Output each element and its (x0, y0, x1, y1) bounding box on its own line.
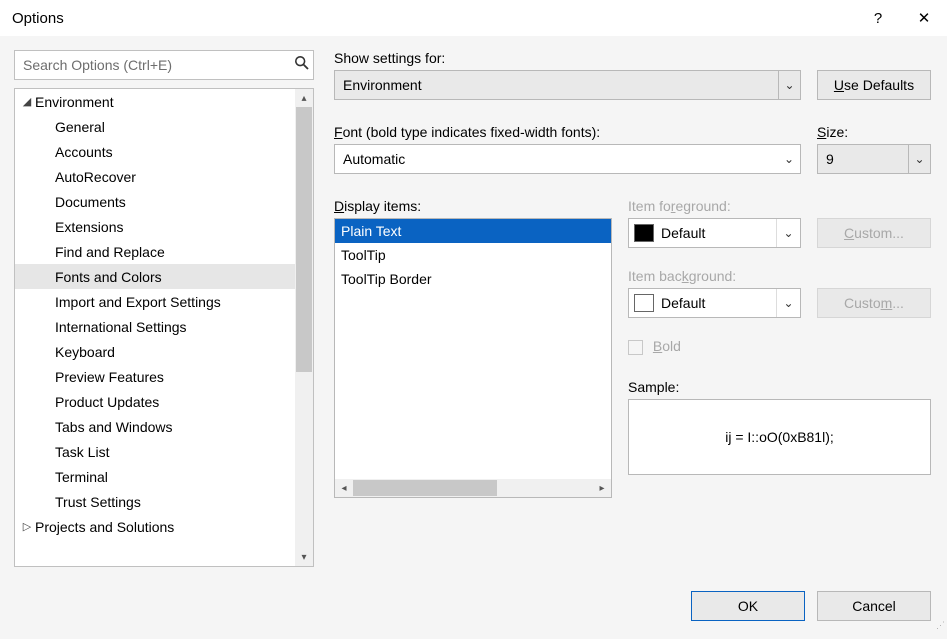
item-foreground-label: Item foreground: (628, 198, 931, 214)
font-label: Font (bold type indicates fixed-width fo… (334, 124, 801, 140)
window-title: Options (12, 10, 855, 27)
tree-item[interactable]: Task List (15, 439, 295, 464)
item-background-label: Item background: (628, 268, 931, 284)
ok-button[interactable]: OK (691, 591, 805, 621)
show-settings-label: Show settings for: (334, 50, 801, 66)
show-settings-combo[interactable]: Environment ⌄ (334, 70, 801, 100)
tree-item[interactable]: Tabs and Windows (15, 414, 295, 439)
bold-label: Bold (653, 338, 681, 354)
tree-item[interactable]: Documents (15, 189, 295, 214)
tree-item[interactable]: Terminal (15, 464, 295, 489)
tree-item-fonts-colors[interactable]: Fonts and Colors (15, 264, 295, 289)
sample-label: Sample: (628, 379, 931, 395)
fg-color-swatch (634, 224, 654, 242)
tree-label: Environment (35, 94, 114, 110)
checkbox-icon (628, 340, 643, 355)
tree-item[interactable]: International Settings (15, 314, 295, 339)
sample-preview: ij = I::oO(0xB81l); (628, 399, 931, 475)
size-combo[interactable]: 9 ⌄ (817, 144, 931, 174)
search-input[interactable] (15, 51, 291, 79)
cancel-button[interactable]: Cancel (817, 591, 931, 621)
bold-checkbox[interactable]: Bold (628, 338, 931, 355)
tree-item[interactable]: Find and Replace (15, 239, 295, 264)
vertical-scrollbar[interactable]: ▴ ▾ (295, 89, 313, 566)
chevron-down-icon: ⌄ (778, 71, 800, 99)
sample-text: ij = I::oO(0xB81l); (725, 429, 834, 445)
resize-grip-icon[interactable]: ⋰ (931, 623, 945, 637)
tree-item[interactable]: General (15, 114, 295, 139)
list-item[interactable]: ToolTip (335, 243, 611, 267)
titlebar: Options ? ✕ (0, 0, 947, 36)
display-items-listbox[interactable]: Plain Text ToolTip ToolTip Border ◂ ▸ (334, 218, 612, 498)
item-foreground-combo[interactable]: Default ⌄ (628, 218, 801, 248)
tree-item[interactable]: Product Updates (15, 389, 295, 414)
tree-item[interactable]: Keyboard (15, 339, 295, 364)
scroll-thumb[interactable] (353, 480, 497, 496)
horizontal-scrollbar[interactable]: ◂ ▸ (335, 479, 611, 497)
tree-item-projects[interactable]: ▷ Projects and Solutions (15, 514, 295, 539)
close-button[interactable]: ✕ (901, 0, 947, 36)
use-defaults-button[interactable]: Use Defaults (817, 70, 931, 100)
chevron-down-icon: ⌄ (908, 145, 930, 173)
item-background-combo[interactable]: Default ⌄ (628, 288, 801, 318)
dialog-footer: OK Cancel (691, 591, 931, 621)
custom-bg-button[interactable]: Custom... (817, 288, 931, 318)
main-panel: Show settings for: Environment ⌄ Use Def… (334, 50, 931, 567)
font-combo[interactable]: Automatic ⌄ (334, 144, 801, 174)
chevron-right-icon: ▷ (19, 520, 35, 533)
bg-color-swatch (634, 294, 654, 312)
list-item[interactable]: ToolTip Border (335, 267, 611, 291)
tree-item[interactable]: Preview Features (15, 364, 295, 389)
list-item[interactable]: Plain Text (335, 219, 611, 243)
scroll-up-icon[interactable]: ▴ (295, 89, 313, 107)
search-options[interactable] (14, 50, 314, 80)
tree-label: Projects and Solutions (35, 519, 174, 535)
scroll-right-icon[interactable]: ▸ (593, 479, 611, 497)
sidebar: ◢ Environment General Accounts AutoRecov… (14, 50, 314, 567)
scroll-thumb[interactable] (296, 107, 312, 372)
tree-item[interactable]: Trust Settings (15, 489, 295, 514)
custom-fg-button[interactable]: Custom... (817, 218, 931, 248)
display-items-label: Display items: (334, 198, 612, 214)
help-button[interactable]: ? (855, 0, 901, 36)
search-icon (291, 55, 313, 75)
tree-item[interactable]: Extensions (15, 214, 295, 239)
scroll-down-icon[interactable]: ▾ (295, 548, 313, 566)
scroll-left-icon[interactable]: ◂ (335, 479, 353, 497)
chevron-down-icon: ⌄ (776, 219, 800, 247)
tree-item[interactable]: AutoRecover (15, 164, 295, 189)
chevron-down-icon: ⌄ (778, 145, 800, 173)
options-tree[interactable]: ◢ Environment General Accounts AutoRecov… (14, 88, 314, 567)
chevron-down-icon: ⌄ (776, 289, 800, 317)
tree-item-environment[interactable]: ◢ Environment (15, 89, 295, 114)
tree-item[interactable]: Import and Export Settings (15, 289, 295, 314)
size-label: Size: (817, 124, 931, 140)
tree-item[interactable]: Accounts (15, 139, 295, 164)
chevron-down-icon: ◢ (19, 95, 35, 108)
